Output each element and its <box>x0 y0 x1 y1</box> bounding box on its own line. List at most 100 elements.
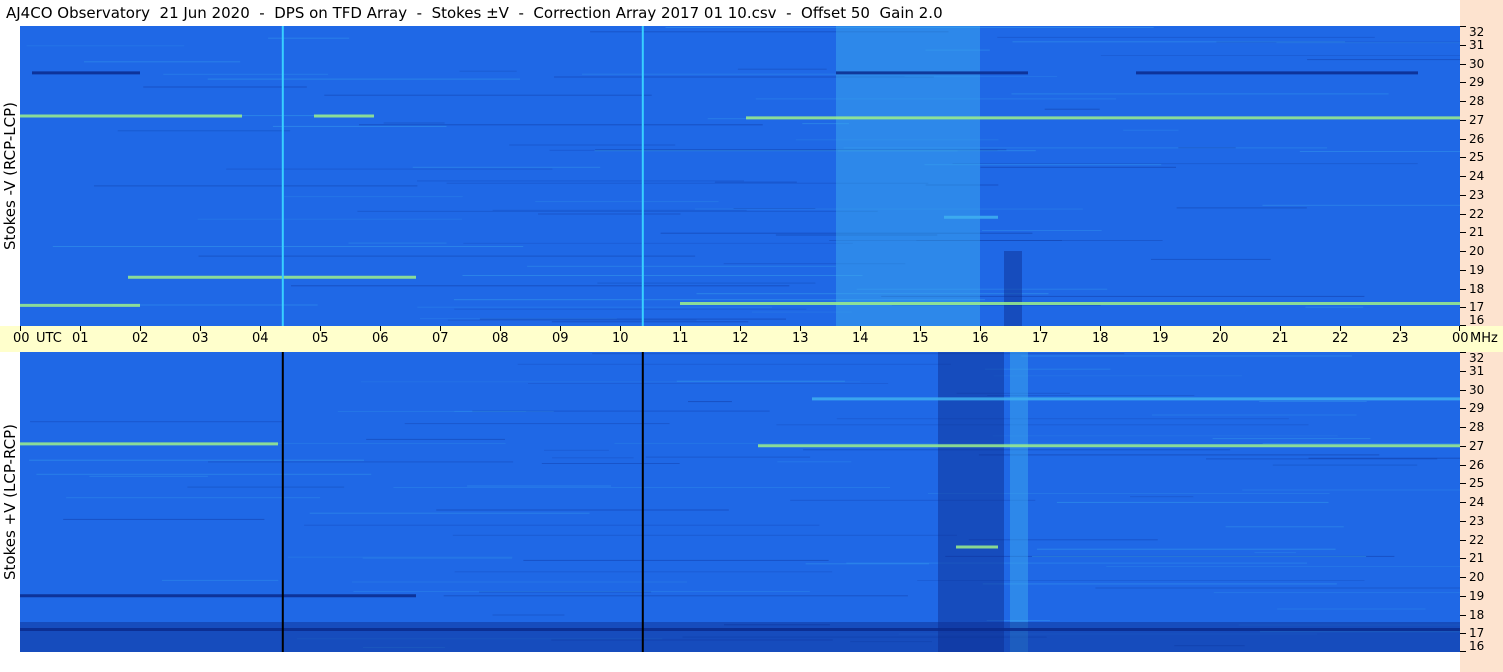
spectrogram-texture-row <box>1262 443 1460 444</box>
emission-band <box>956 545 998 549</box>
spectrogram-texture-row <box>535 201 719 203</box>
spectrogram-texture-row <box>1056 501 1329 503</box>
spectrogram-texture-row <box>454 410 554 412</box>
frequency-tick-label: 31 <box>1469 363 1485 378</box>
top-panel-ylabel-text: Stokes -V (RCP-LCP) <box>1 102 19 250</box>
bottom-frequency-axis: 16 17 18 19 20 21 22 23 24 25 26 27 28 29 30 31 32 <box>1460 352 1503 652</box>
spectrogram-texture-row <box>993 375 1242 377</box>
spectrogram-texture-row <box>479 318 786 320</box>
frequency-tick <box>1460 307 1466 309</box>
frequency-tick-label: 29 <box>1469 75 1485 90</box>
frequency-tick <box>1460 370 1466 372</box>
spectrogram-texture-row <box>1036 548 1336 550</box>
spectrogram-texture-row <box>268 37 350 39</box>
spectrogram-texture-row <box>1212 438 1371 440</box>
spectrogram-texture-row <box>1152 414 1357 416</box>
spectrogram-texture-row <box>492 209 747 211</box>
top-frequency-axis: 16 17 18 19 20 21 22 23 24 25 26 27 28 29 30 31 32 <box>1460 26 1503 326</box>
time-tick-label: 14 <box>852 331 869 346</box>
spectrogram-texture-row <box>551 321 749 323</box>
frequency-tick-label: 24 <box>1469 495 1485 509</box>
emission-region <box>938 352 1004 652</box>
spectrogram-texture-row <box>187 486 345 488</box>
frequency-tick-label: 16 <box>1469 639 1485 653</box>
time-tick-label: 19 <box>1152 331 1169 346</box>
time-tick-label: 00 <box>13 331 30 346</box>
time-tick-label: 23 <box>1392 331 1409 346</box>
spectrogram-background <box>20 26 1460 326</box>
spectrogram-texture-row <box>978 454 1380 456</box>
frequency-tick-label: 26 <box>1469 131 1485 146</box>
emission-band <box>680 302 1460 305</box>
time-tick-label: 21 <box>1272 331 1289 346</box>
bottom-panel-ylabel-text: Stokes +V (LCP-RCP) <box>1 424 19 580</box>
spectrogram-texture-row <box>1095 587 1460 589</box>
frequency-tick-label: 22 <box>1469 206 1485 221</box>
time-tick-label: 03 <box>192 331 209 346</box>
frequency-tick <box>1460 232 1466 234</box>
time-tick-label: 07 <box>432 331 449 346</box>
frequency-tick <box>1460 194 1466 196</box>
time-tick-label: 18 <box>1092 331 1109 346</box>
time-tick-label: 06 <box>372 331 389 346</box>
spectrogram-texture-row <box>226 168 553 170</box>
spectrogram-texture-row <box>272 125 447 127</box>
spectrogram-texture-row <box>304 524 820 526</box>
emission-band <box>32 71 140 75</box>
time-marker-line <box>281 26 284 326</box>
spectrogram-texture-row <box>359 124 763 126</box>
spectrogram-texture-row <box>353 591 810 592</box>
emission-band <box>20 594 416 598</box>
spectrogram-texture-row <box>117 130 291 132</box>
spectrogram-texture-row <box>1308 457 1460 459</box>
spectrogram-texture-row <box>324 94 652 96</box>
emission-band <box>20 628 1460 631</box>
frequency-tick-label: 17 <box>1469 626 1485 641</box>
frequency-tick <box>1460 520 1466 522</box>
spectrogram-texture-row <box>1307 59 1460 61</box>
time-marker-line <box>281 352 284 652</box>
spectrogram-texture-row <box>89 475 208 477</box>
top-panel-ylabel: Stokes -V (RCP-LCP) <box>0 26 20 326</box>
frequency-tick-label: 21 <box>1469 551 1485 566</box>
spectrogram-texture-row <box>467 485 611 487</box>
spectrogram-texture-row <box>361 381 861 383</box>
time-tick-label: 16 <box>972 331 989 346</box>
spectrogram-texture-row <box>284 196 463 198</box>
time-tick-label: 17 <box>1032 331 1049 346</box>
emission-band <box>1136 71 1418 75</box>
spectrogram-texture-row <box>197 218 463 220</box>
spectrogram-texture-row <box>1262 204 1460 206</box>
frequency-tick-label: 23 <box>1469 513 1485 528</box>
frequency-tick <box>1460 614 1466 616</box>
frequency-tick-label: 27 <box>1469 438 1485 453</box>
frequency-tick <box>1460 408 1466 410</box>
frequency-tick-label: 17 <box>1469 300 1485 315</box>
emission-region <box>1010 352 1028 652</box>
spectrogram-texture-row <box>552 457 634 459</box>
emission-region <box>1004 251 1022 326</box>
spectrogram-texture-row <box>462 275 863 276</box>
frequency-tick-label: 21 <box>1469 225 1485 240</box>
frequency-tick-label: 29 <box>1469 401 1485 416</box>
frequency-tick-label: 30 <box>1469 382 1485 397</box>
time-marker-line <box>641 26 644 326</box>
time-marker-line <box>641 352 644 652</box>
frequency-tick-label: 19 <box>1469 262 1485 277</box>
spectrogram-texture-row <box>509 144 676 146</box>
spectrogram-texture-row <box>436 509 729 511</box>
frequency-unit-label: MHz <box>1470 331 1498 346</box>
spectrogram-texture-row <box>29 459 364 461</box>
frequency-tick-label: 25 <box>1469 150 1485 165</box>
spectrogram-texture-row <box>777 461 852 463</box>
spectrogram-texture-row <box>1123 129 1179 131</box>
frequency-tick <box>1460 213 1466 215</box>
time-tick-label: 10 <box>612 331 629 346</box>
spectrogram-texture-row <box>30 421 283 423</box>
spectrogram-texture-row <box>982 230 1102 231</box>
emission-region <box>20 622 1460 652</box>
emission-region <box>836 26 980 326</box>
spectrogram-texture-row <box>417 180 744 182</box>
top-spectrogram-plot <box>20 26 1460 326</box>
spectrogram-texture-row <box>1259 401 1367 402</box>
